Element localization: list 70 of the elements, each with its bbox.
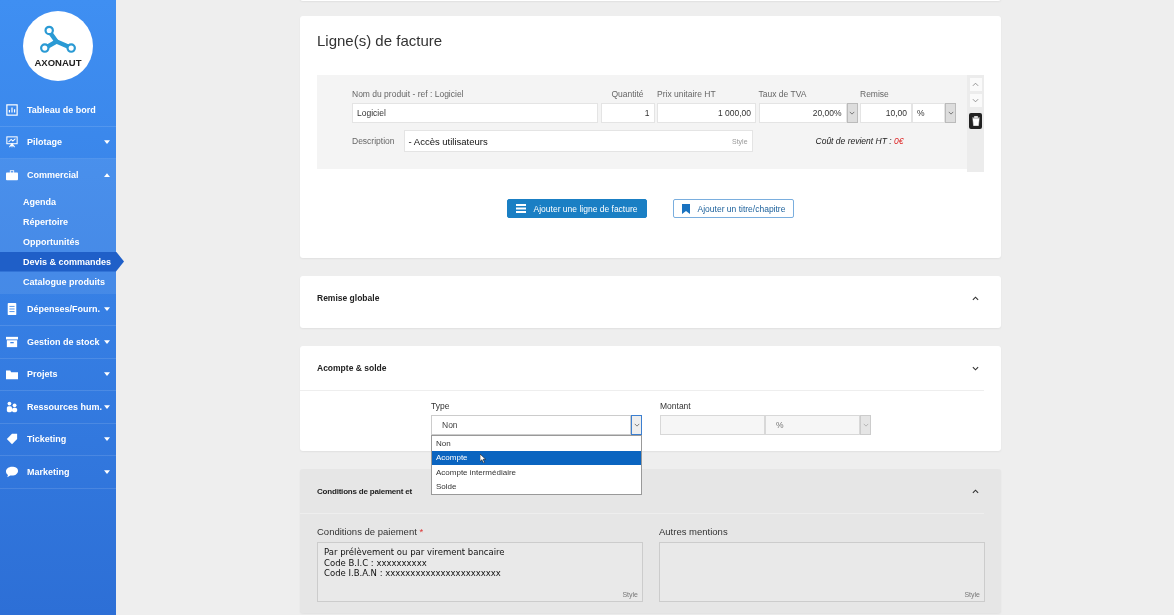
archive-icon <box>6 335 18 348</box>
nav-item[interactable]: Ressources hum. <box>0 391 116 424</box>
chevron-down-icon <box>972 98 979 103</box>
type-select[interactable]: Non <box>431 415 631 435</box>
field-label: Quantité <box>610 89 645 99</box>
logo[interactable]: AXONAUT <box>23 11 93 81</box>
chevron-icon[interactable] <box>972 488 979 494</box>
product-field[interactable]: Logiciel <box>352 103 598 123</box>
nav-item[interactable]: Tableau de bord <box>0 94 116 127</box>
field-label: Description <box>352 136 395 146</box>
nav-item[interactable]: Dépenses/Fourn. <box>0 293 116 326</box>
logo-text: AXONAUT <box>34 56 82 68</box>
chevron-icon[interactable] <box>972 365 979 371</box>
move-up-button[interactable] <box>969 78 982 91</box>
tag-icon <box>6 433 18 446</box>
dropdown-option[interactable]: Non <box>432 436 641 451</box>
chevron-up-icon <box>972 82 979 87</box>
section-title: Conditions de paiement et <box>317 486 412 496</box>
add-button[interactable]: Ajouter une ligne de facture <box>506 199 647 218</box>
field-label: Autres mentions <box>659 526 728 537</box>
nav-subitem[interactable]: Répertoire <box>0 211 116 232</box>
nav-item[interactable]: Gestion de stock <box>0 326 116 359</box>
nav-item[interactable]: Marketing <box>0 456 116 489</box>
nav-subitem[interactable]: Catalogue produits <box>0 271 116 292</box>
people-icon <box>6 400 18 413</box>
dropdown-option[interactable]: Acompte <box>432 450 641 465</box>
section-title: Ligne(s) de facture <box>317 32 444 49</box>
nav-subitem[interactable]: Agenda <box>0 191 116 212</box>
easel-icon <box>6 136 18 149</box>
nav-item[interactable]: Pilotage <box>0 126 116 159</box>
nav-subitem[interactable]: Opportunités <box>0 231 116 252</box>
quantity-field[interactable]: 1 <box>600 103 655 123</box>
move-down-button[interactable] <box>969 94 982 107</box>
unit-select[interactable]: % <box>912 103 945 123</box>
conditions-text: Code I.B.A.N : xxxxxxxxxxxxxxxxxxxxxxx <box>324 568 501 579</box>
list-icon <box>515 204 526 213</box>
section-title: Remise globale <box>317 293 380 303</box>
conditions-text: Par prélèvement ou par virement bancaire <box>324 547 505 558</box>
price-field[interactable]: 1 000,00 <box>657 103 756 123</box>
cost-text: Coût de revient HT : 0€ <box>815 136 904 146</box>
field-label: Prix unitaire HT <box>657 89 717 99</box>
amount-field[interactable] <box>660 415 765 435</box>
conditions-text: Code B.I.C : xxxxxxxxxx <box>324 557 427 568</box>
discount-field[interactable]: 10,00 <box>860 103 912 123</box>
chevron-icon[interactable] <box>972 295 979 301</box>
bookmark-icon <box>681 203 690 214</box>
field-label: Conditions de paiement <box>317 526 417 537</box>
dropdown-option[interactable]: Solde <box>432 479 641 494</box>
dashboard-icon <box>6 103 18 116</box>
folder-icon <box>6 368 18 381</box>
required-mark: * <box>419 526 424 537</box>
description-text: - Accès utilisateurs <box>408 135 488 147</box>
field-label: Nom du produit - ref : Logiciel <box>352 89 465 99</box>
section-title: Acompte & solde <box>317 363 387 373</box>
mouse-cursor-icon <box>480 453 486 463</box>
dropdown-option[interactable]: Acompte intermédiaire <box>432 465 641 480</box>
nav-subitem[interactable]: Devis & commandes <box>0 251 124 272</box>
delete-button[interactable] <box>969 113 982 129</box>
field-label: Type <box>431 401 451 411</box>
document-icon <box>6 303 18 316</box>
nav-item[interactable]: Projets <box>0 358 116 391</box>
field-label: Taux de TVA <box>758 89 808 99</box>
add-button[interactable]: Ajouter un titre/chapitre <box>672 199 795 218</box>
unit-select[interactable]: % <box>765 415 860 435</box>
speech-bubble-icon <box>6 465 18 478</box>
briefcase-icon <box>6 169 18 182</box>
nav-item[interactable]: Ticketing <box>0 423 116 456</box>
field-label: Montant <box>660 401 692 411</box>
vat-select[interactable]: 20,00% <box>758 103 847 123</box>
field-label: Remise <box>860 89 890 99</box>
